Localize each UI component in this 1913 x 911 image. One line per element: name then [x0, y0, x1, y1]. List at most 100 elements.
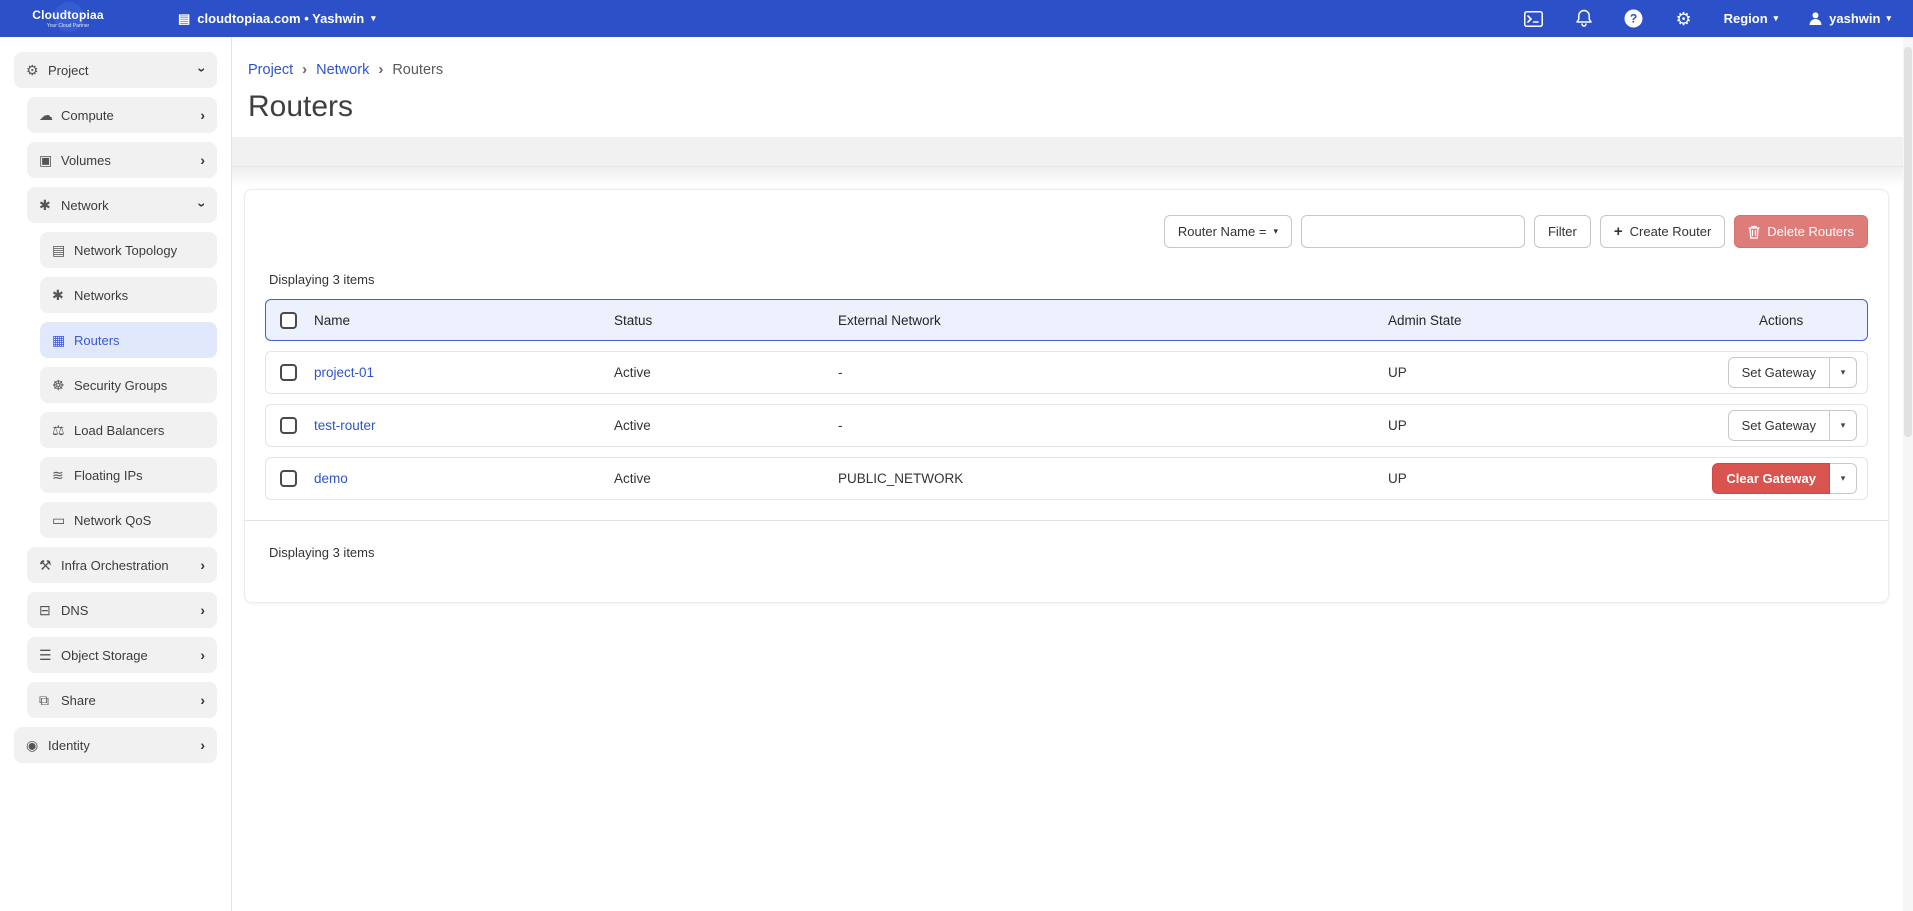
- actions-dropdown-toggle[interactable]: ▾: [1830, 357, 1857, 388]
- sidebar-item-volumes[interactable]: ▣ Volumes ›: [27, 142, 217, 178]
- router-status: Active: [614, 471, 838, 486]
- breadcrumb-network-link[interactable]: Network: [316, 62, 369, 78]
- chevron-right-icon: ›: [200, 603, 205, 617]
- chevron-right-icon: ›: [302, 61, 307, 78]
- sidebar-item-object-storage[interactable]: ☰ Object Storage ›: [27, 637, 217, 673]
- sidebar-item-floating-ips[interactable]: ≋ Floating IPs: [40, 457, 217, 493]
- breadcrumb: Project › Network › Routers: [232, 37, 1913, 78]
- dns-icon: ⊟: [39, 602, 61, 619]
- sidebar-item-project[interactable]: ⚙ Project ›: [14, 52, 217, 88]
- router-admin-state: UP: [1388, 365, 1759, 380]
- breadcrumb-project-link[interactable]: Project: [248, 62, 293, 78]
- network-qos-icon: ▭: [52, 512, 74, 529]
- router-external-network: -: [838, 365, 1388, 380]
- sidebar-item-identity[interactable]: ◉ Identity ›: [14, 727, 217, 763]
- sidebar-item-compute[interactable]: ☁ Compute ›: [27, 97, 217, 133]
- router-name-link[interactable]: demo: [314, 471, 614, 486]
- brand-tagline: Your Cloud Partner: [8, 23, 128, 29]
- actions-dropdown-toggle[interactable]: ▾: [1830, 410, 1857, 441]
- column-header-name[interactable]: Name: [314, 313, 614, 328]
- items-count-bottom: Displaying 3 items: [269, 545, 1868, 560]
- network-topology-icon: ▤: [52, 242, 74, 259]
- trash-icon: [1748, 225, 1760, 239]
- brand-name: Cloudtopiaa: [8, 8, 128, 22]
- table-header: Name Status External Network Admin State…: [265, 299, 1868, 341]
- load-balancers-icon: ⚖: [52, 422, 74, 439]
- infra-orchestration-icon: ⚒: [39, 557, 61, 574]
- header-band: [232, 137, 1913, 167]
- column-header-admin-state[interactable]: Admin State: [1388, 313, 1759, 328]
- row-checkbox[interactable]: [280, 417, 297, 434]
- project-icon: ⚙: [26, 62, 48, 79]
- items-count-top: Displaying 3 items: [269, 272, 1868, 287]
- row-checkbox[interactable]: [280, 364, 297, 381]
- chevron-right-icon: ›: [200, 108, 205, 122]
- filter-button[interactable]: Filter: [1534, 215, 1591, 248]
- sidebar-item-network-topology[interactable]: ▤ Network Topology: [40, 232, 217, 268]
- domain-project-label: cloudtopiaa.com • Yashwin: [197, 11, 364, 26]
- chevron-down-icon: ▾: [1886, 14, 1891, 23]
- routers-panel: Router Name = ▾ Filter + Create Router D…: [244, 189, 1889, 603]
- sidebar-item-network-qos[interactable]: ▭ Network QoS: [40, 502, 217, 538]
- chevron-right-icon: ›: [200, 738, 205, 752]
- chevron-right-icon: ›: [200, 648, 205, 662]
- column-header-external-network[interactable]: External Network: [838, 313, 1388, 328]
- router-name-link[interactable]: test-router: [314, 418, 614, 433]
- object-storage-icon: ☰: [39, 647, 61, 664]
- actions-dropdown-toggle[interactable]: ▾: [1830, 463, 1857, 494]
- table-list-icon: ▤: [178, 12, 190, 25]
- security-groups-icon: ☸: [52, 377, 74, 394]
- domain-project-selector[interactable]: ▤ cloudtopiaa.com • Yashwin ▾: [178, 11, 376, 26]
- delete-routers-button[interactable]: Delete Routers: [1734, 215, 1868, 248]
- region-selector[interactable]: Region ▾: [1724, 11, 1779, 26]
- set-gateway-button[interactable]: Set Gateway: [1728, 410, 1830, 441]
- select-all-checkbox[interactable]: [280, 312, 297, 329]
- router-name-link[interactable]: project-01: [314, 365, 614, 380]
- chevron-right-icon: ›: [200, 558, 205, 572]
- share-icon: ⧉: [39, 692, 61, 709]
- sidebar-item-load-balancers[interactable]: ⚖ Load Balancers: [40, 412, 217, 448]
- filter-field-select[interactable]: Router Name = ▾: [1164, 215, 1292, 248]
- sidebar-item-dns[interactable]: ⊟ DNS ›: [27, 592, 217, 628]
- user-menu[interactable]: yashwin ▾: [1808, 11, 1891, 26]
- chevron-right-icon: ›: [200, 693, 205, 707]
- router-admin-state: UP: [1388, 418, 1759, 433]
- chevron-down-icon: ›: [196, 203, 210, 208]
- sidebar-item-routers[interactable]: ▦ Routers: [40, 322, 217, 358]
- notifications-bell-icon[interactable]: [1574, 9, 1594, 29]
- help-icon[interactable]: ?: [1624, 9, 1644, 29]
- main-content: Project › Network › Routers Routers Rout…: [232, 37, 1913, 603]
- table-toolbar: Router Name = ▾ Filter + Create Router D…: [265, 190, 1868, 248]
- breadcrumb-current: Routers: [392, 62, 443, 78]
- column-header-status[interactable]: Status: [614, 313, 838, 328]
- chevron-down-icon: ›: [196, 68, 210, 73]
- page-title: Routers: [248, 90, 1913, 124]
- router-external-network: -: [838, 418, 1388, 433]
- clear-gateway-button[interactable]: Clear Gateway: [1712, 463, 1830, 494]
- sidebar-item-network[interactable]: ✱ Network ›: [27, 187, 217, 223]
- sidebar-item-share[interactable]: ⧉ Share ›: [27, 682, 217, 718]
- sidebar-item-security-groups[interactable]: ☸ Security Groups: [40, 367, 217, 403]
- scrollbar-thumb[interactable]: [1904, 47, 1912, 437]
- top-navbar: Cloudtopiaa Your Cloud Partner ▤ cloudto…: [0, 0, 1913, 37]
- set-gateway-button[interactable]: Set Gateway: [1728, 357, 1830, 388]
- sidebar-item-networks[interactable]: ✱ Networks: [40, 277, 217, 313]
- volumes-icon: ▣: [39, 152, 61, 169]
- table-row: test-router Active - UP Set Gateway ▾: [265, 404, 1868, 447]
- console-icon[interactable]: [1524, 9, 1544, 29]
- brand-logo[interactable]: Cloudtopiaa Your Cloud Partner: [8, 8, 128, 29]
- region-label: Region: [1724, 11, 1768, 26]
- caret-down-icon: ▾: [1273, 227, 1278, 236]
- row-checkbox[interactable]: [280, 470, 297, 487]
- router-status: Active: [614, 418, 838, 433]
- sidebar: ⚙ Project › ☁ Compute › ▣ Volumes › ✱ Ne…: [0, 37, 232, 911]
- user-icon: [1808, 11, 1823, 26]
- table-row: project-01 Active - UP Set Gateway ▾: [265, 351, 1868, 394]
- create-router-button[interactable]: + Create Router: [1600, 215, 1725, 248]
- settings-gear-icon[interactable]: ⚙: [1674, 9, 1694, 29]
- sidebar-item-infra-orchestration[interactable]: ⚒ Infra Orchestration ›: [27, 547, 217, 583]
- chevron-down-icon: ▾: [371, 14, 376, 23]
- plus-icon: +: [1614, 223, 1623, 240]
- filter-input[interactable]: [1301, 215, 1525, 248]
- table-row: demo Active PUBLIC_NETWORK UP Clear Gate…: [265, 457, 1868, 500]
